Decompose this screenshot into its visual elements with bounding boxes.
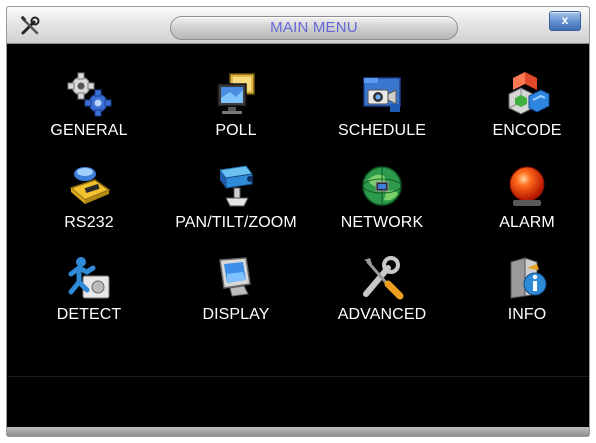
menu-item-label: INFO — [507, 306, 547, 323]
info-icon — [503, 254, 551, 302]
menu-item-label: ALARM — [499, 214, 555, 231]
menu-item-label: PAN/TILT/ZOOM — [175, 214, 297, 231]
menu-item-rs232[interactable]: RS232 — [14, 162, 164, 250]
ptz-camera-icon — [212, 162, 260, 210]
serial-port-icon — [65, 162, 113, 210]
camera-folder-icon — [358, 70, 406, 118]
title-bar: MAIN MENU x — [7, 7, 589, 44]
motion-figure-icon — [65, 254, 113, 302]
menu-item-detect[interactable]: DETECT — [14, 254, 164, 342]
tools-icon — [19, 15, 41, 37]
menu-item-label: NETWORK — [340, 214, 424, 231]
blocks-icon — [503, 70, 551, 118]
menu-item-general[interactable]: GENERAL — [14, 70, 164, 158]
menu-item-advanced[interactable]: ADVANCED — [307, 254, 457, 342]
close-button[interactable]: x — [549, 11, 581, 31]
menu-item-label: ENCODE — [492, 122, 562, 139]
menu-item-label: ADVANCED — [337, 306, 427, 323]
main-menu-window: MAIN MENU x GENERAL POLL SCHEDULE ENCODE… — [6, 6, 590, 437]
menu-item-label: GENERAL — [50, 122, 128, 139]
window-title: MAIN MENU — [170, 16, 458, 40]
bottom-bar — [7, 427, 589, 436]
status-area — [7, 377, 589, 429]
menu-item-poll[interactable]: POLL — [161, 70, 311, 158]
wrench-screwdriver-icon — [358, 254, 406, 302]
menu-item-pan-tilt-zoom[interactable]: PAN/TILT/ZOOM — [161, 162, 311, 250]
menu-item-label: POLL — [215, 122, 257, 139]
monitors-icon — [212, 70, 260, 118]
crt-monitor-icon — [212, 254, 260, 302]
menu-item-label: RS232 — [64, 214, 114, 231]
menu-item-network[interactable]: NETWORK — [307, 162, 457, 250]
globe-network-icon — [358, 162, 406, 210]
menu-item-info[interactable]: INFO — [452, 254, 589, 342]
alarm-light-icon — [503, 162, 551, 210]
menu-item-label: DISPLAY — [202, 306, 270, 323]
menu-item-label: SCHEDULE — [338, 122, 426, 139]
menu-item-display[interactable]: DISPLAY — [161, 254, 311, 342]
menu-item-schedule[interactable]: SCHEDULE — [307, 70, 457, 158]
menu-item-label: DETECT — [56, 306, 122, 323]
menu-item-encode[interactable]: ENCODE — [452, 70, 589, 158]
menu-item-alarm[interactable]: ALARM — [452, 162, 589, 250]
gears-icon — [65, 70, 113, 118]
